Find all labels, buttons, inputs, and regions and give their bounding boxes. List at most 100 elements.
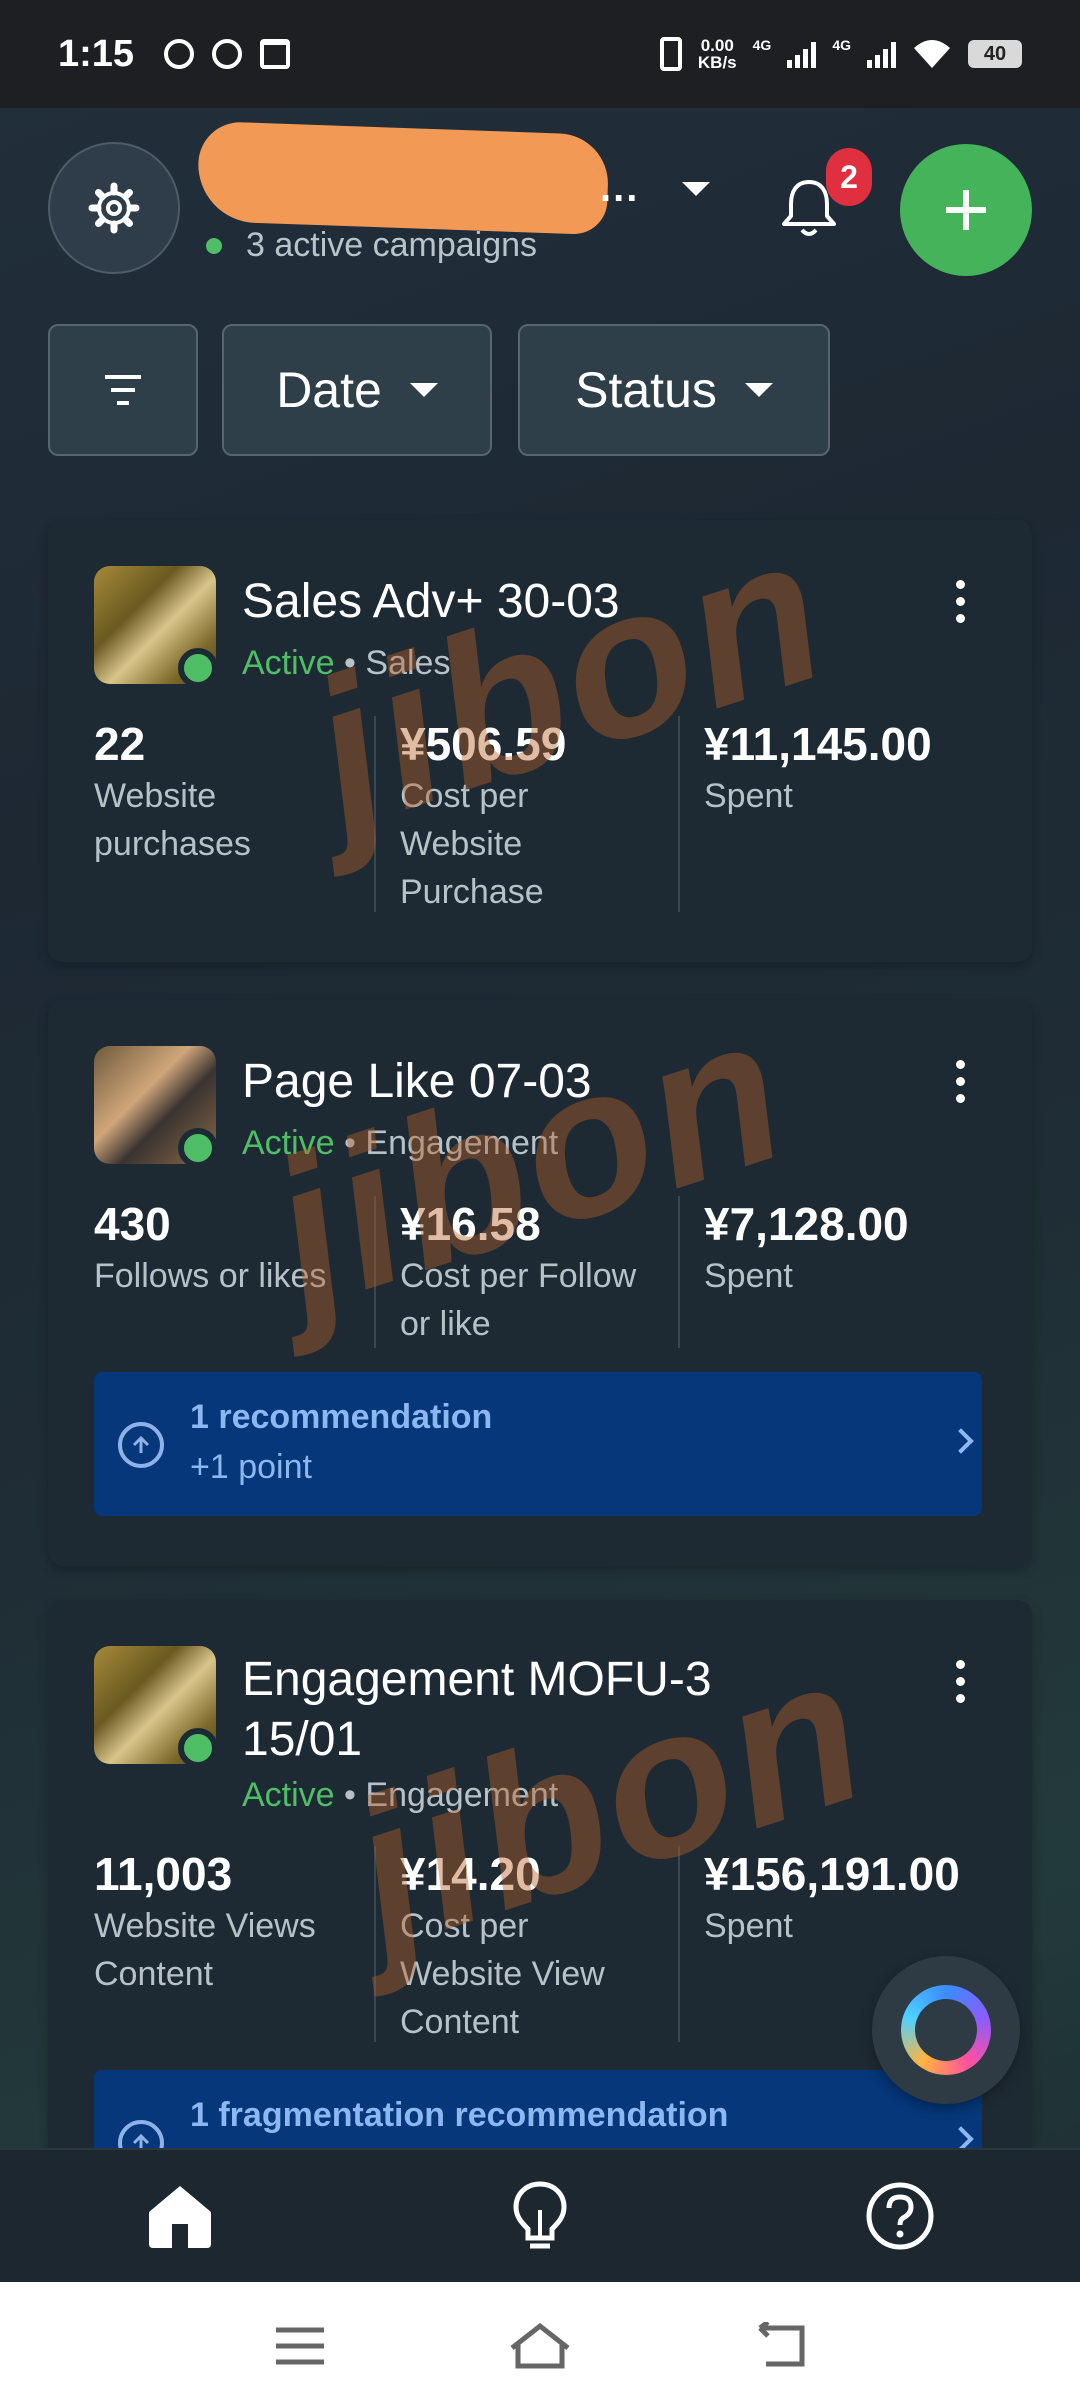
status-filter-label: Status [575, 362, 717, 418]
divider [678, 716, 680, 912]
account-name-suffix[interactable]: ... [600, 166, 639, 211]
campaign-objective: Engagement [365, 1124, 559, 1162]
campaign-card[interactable]: Page Like 07-03 Active • Engagement 430 … [48, 968, 1032, 1566]
home-icon [149, 2186, 211, 2248]
campaign-status-line: Active • Sales [242, 644, 450, 683]
metric-value: ¥16.58 [400, 1198, 541, 1250]
divider [374, 1196, 376, 1348]
metric-results: 11,003 Website Views Content [94, 1846, 384, 1998]
recommendation-banner[interactable]: 1 fragmentation recommendation [94, 2070, 982, 2160]
date-filter-dropdown[interactable]: Date [222, 324, 492, 456]
separator: • [344, 1776, 366, 1814]
active-status-dot [178, 1728, 218, 1768]
signal-1-label: 4G [752, 37, 772, 53]
signal-2-icon [867, 40, 896, 68]
whatsapp-icon [164, 39, 195, 69]
metric-label: Cost per Website View Content [400, 1907, 605, 2041]
status-bar: 1:15 0.00 KB/s 4G 4G 40 [0, 0, 1080, 108]
home-outline-icon[interactable] [508, 2322, 570, 2370]
campaign-card[interactable]: Engagement MOFU-3 15/01 Active • Engagem… [48, 1600, 1032, 2160]
menu-icon[interactable] [270, 2322, 330, 2370]
metric-results: 22 Website purchases [94, 716, 384, 868]
metric-value: 430 [94, 1198, 171, 1250]
metric-spent: ¥156,191.00 Spent [704, 1846, 994, 1950]
metric-label: Website purchases [94, 777, 251, 863]
gear-icon [88, 182, 140, 234]
recommendation-title: 1 recommendation [190, 1398, 493, 1436]
active-campaigns-count: 3 active campaigns [246, 226, 538, 264]
campaign-status: Active [242, 644, 335, 682]
ai-assistant-button[interactable] [872, 1956, 1020, 2104]
recommendation-points: +1 point [190, 1448, 312, 1486]
plus-icon [946, 190, 986, 230]
recommendation-title: 1 fragmentation recommendation [190, 2096, 729, 2134]
date-filter-label: Date [276, 362, 382, 418]
metric-results: 430 Follows or likes [94, 1196, 384, 1300]
active-status-dot [178, 648, 218, 688]
battery-icon: 40 [968, 40, 1022, 68]
metric-value: ¥7,128.00 [704, 1198, 909, 1250]
account-dropdown-icon[interactable] [682, 182, 710, 196]
bottom-nav [0, 2148, 1080, 2282]
account-name-redacted[interactable] [196, 120, 610, 236]
network-speed-unit: KB/s [697, 53, 737, 72]
clock: 1:15 [58, 32, 135, 75]
more-options-icon[interactable] [954, 580, 966, 623]
signal-2-label: 4G [832, 37, 851, 53]
active-status-dot [178, 1128, 218, 1168]
status-bar-left: 1:15 [58, 32, 291, 76]
metric-label: Follows or likes [94, 1257, 327, 1295]
metric-label: Spent [704, 1257, 793, 1295]
more-options-icon[interactable] [954, 1060, 966, 1103]
assistant-ring-icon [901, 1985, 991, 2075]
separator: • [344, 644, 366, 682]
metric-value: ¥14.20 [400, 1848, 541, 1900]
status-filter-dropdown[interactable]: Status [518, 324, 830, 456]
chevron-down-icon [409, 383, 438, 397]
network-speed: 0.00 KB/s [698, 37, 737, 71]
campaign-card[interactable]: Sales Adv+ 30-03 Active • Sales 22 Websi… [48, 488, 1032, 962]
metric-cost-per-result: ¥14.20 Cost per Website View Content [400, 1846, 690, 2046]
metric-label: Cost per Website Purchase [400, 777, 544, 911]
metric-value: ¥156,191.00 [704, 1848, 960, 1900]
help-icon [866, 2182, 934, 2250]
status-bar-right: 0.00 KB/s 4G 4G 40 [659, 37, 1022, 71]
campaign-status-line: Active • Engagement [242, 1124, 558, 1163]
campaign-title: Sales Adv+ 30-03 [242, 575, 620, 628]
divider [374, 1846, 376, 2042]
campaign-title: Page Like 07-03 [242, 1055, 592, 1108]
recommendation-banner[interactable]: 1 recommendation +1 point [94, 1372, 982, 1516]
arrow-up-circle-icon [118, 1422, 164, 1468]
filter-button[interactable] [48, 324, 198, 456]
divider [678, 1846, 680, 2042]
nav-insights[interactable] [500, 2176, 580, 2256]
metric-value: 11,003 [94, 1848, 233, 1900]
metric-cost-per-result: ¥506.59 Cost per Website Purchase [400, 716, 690, 916]
signal-1-icon [787, 40, 817, 68]
notification-badge: 2 [826, 148, 872, 206]
active-status-dot [206, 238, 222, 254]
campaign-title: Engagement MOFU-3 15/01 [242, 1653, 712, 1766]
campaign-status: Active [242, 1124, 335, 1162]
settings-button[interactable] [48, 142, 180, 274]
back-icon[interactable] [752, 2320, 812, 2370]
divider [374, 716, 376, 912]
filter-icon [105, 375, 141, 405]
metric-label: Cost per Follow or like [400, 1257, 637, 1343]
metric-value: 22 [94, 718, 146, 770]
more-options-icon[interactable] [954, 1660, 966, 1703]
lightbulb-icon [513, 2181, 567, 2249]
metric-label: Website Views Content [94, 1907, 316, 1993]
metric-spent: ¥7,128.00 Spent [704, 1196, 994, 1300]
metric-label: Spent [704, 777, 793, 815]
vibrate-icon [659, 37, 682, 71]
metric-label: Spent [704, 1907, 793, 1945]
network-speed-value: 0.00 [700, 36, 734, 55]
divider [678, 1196, 680, 1348]
separator: • [344, 1124, 366, 1162]
campaign-status: Active [242, 1776, 335, 1814]
wifi-icon [914, 40, 950, 68]
add-campaign-button[interactable] [900, 144, 1032, 276]
nav-home[interactable] [140, 2176, 220, 2256]
nav-help[interactable] [860, 2176, 940, 2256]
